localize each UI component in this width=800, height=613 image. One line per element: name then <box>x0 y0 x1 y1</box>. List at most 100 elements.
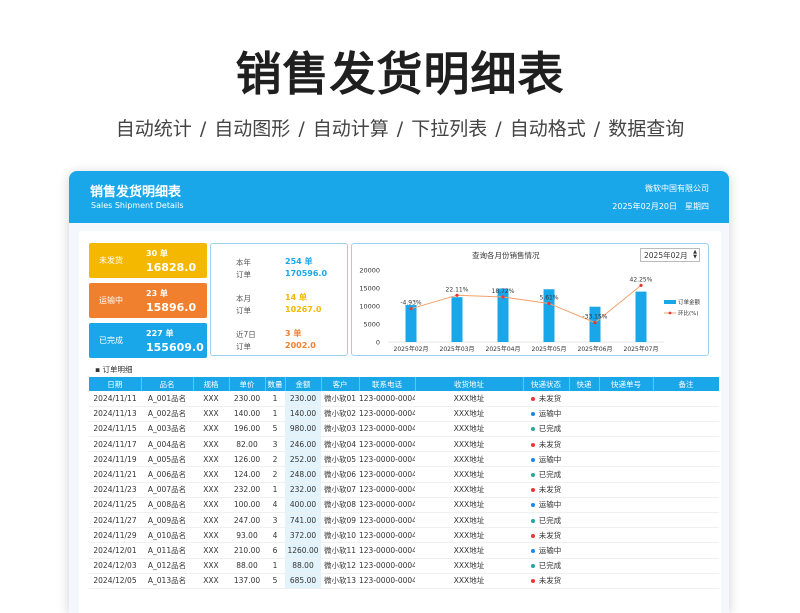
table-row[interactable]: 2024/12/05 A_013品名 XXX 137.00 5 685.00 微小软13 12… <box>89 573 719 589</box>
table-cell[interactable]: 230.00 <box>285 391 321 407</box>
table-cell[interactable]: XXX <box>193 512 229 529</box>
table-cell[interactable]: 2024/11/11 <box>89 391 141 407</box>
table-cell[interactable]: 运输中 <box>523 451 569 468</box>
table-cell[interactable]: 微小软13 <box>321 573 359 589</box>
table-cell[interactable]: 123-0000-0004 <box>359 512 415 529</box>
table-cell[interactable] <box>653 482 719 498</box>
column-header[interactable]: 备注 <box>653 377 720 391</box>
table-cell[interactable]: 1 <box>265 406 285 422</box>
table-row[interactable]: 2024/11/13 A_002品名 XXX 140.00 1 140.00 微小软02 12… <box>89 406 719 422</box>
table-cell[interactable] <box>569 542 599 559</box>
table-cell[interactable]: 123-0000-0004 <box>359 573 415 589</box>
table-cell[interactable]: XXX地址 <box>415 482 523 498</box>
table-cell[interactable]: XXX <box>193 391 229 407</box>
table-cell[interactable]: 123-0000-0004 <box>359 542 415 559</box>
table-cell[interactable] <box>569 421 599 438</box>
table-cell[interactable]: XXX地址 <box>415 558 523 574</box>
table-cell[interactable]: 2024/11/27 <box>89 512 141 529</box>
table-cell[interactable] <box>653 421 719 438</box>
table-cell[interactable] <box>599 466 653 483</box>
table-cell[interactable]: 未发货 <box>523 391 569 407</box>
table-row[interactable]: 2024/11/29 A_010品名 XXX 93.00 4 372.00 微小软10 123… <box>89 527 719 544</box>
table-cell[interactable]: 微小软01 <box>321 391 359 407</box>
table-cell[interactable] <box>653 573 719 589</box>
table-cell[interactable]: 232.00 <box>285 482 321 498</box>
table-cell[interactable]: A_004品名 <box>141 436 193 453</box>
table-cell[interactable]: XXX地址 <box>415 406 523 422</box>
table-cell[interactable]: 1 <box>265 482 285 498</box>
column-header[interactable]: 快递单号 <box>599 377 654 391</box>
table-cell[interactable]: 2024/11/19 <box>89 451 141 468</box>
table-cell[interactable]: 123-0000-0004 <box>359 436 415 453</box>
table-cell[interactable]: 232.00 <box>229 482 265 498</box>
table-cell[interactable]: 372.00 <box>285 527 321 544</box>
table-cell[interactable]: 123-0000-0004 <box>359 497 415 514</box>
table-cell[interactable]: 140.00 <box>229 406 265 422</box>
table-cell[interactable] <box>653 527 719 544</box>
table-cell[interactable]: 2024/12/03 <box>89 558 141 574</box>
table-cell[interactable] <box>569 466 599 483</box>
column-header[interactable]: 单价 <box>229 377 266 391</box>
table-cell[interactable]: A_012品名 <box>141 558 193 574</box>
table-cell[interactable]: XXX <box>193 451 229 468</box>
table-cell[interactable] <box>569 573 599 589</box>
table-cell[interactable]: 1260.00 <box>285 542 321 559</box>
column-header[interactable]: 联系电话 <box>359 377 416 391</box>
table-cell[interactable]: 微小软08 <box>321 497 359 514</box>
table-cell[interactable]: 未发货 <box>523 573 569 589</box>
table-cell[interactable]: A_002品名 <box>141 406 193 422</box>
table-cell[interactable]: A_006品名 <box>141 466 193 483</box>
table-cell[interactable]: 2 <box>265 451 285 468</box>
column-header[interactable]: 规格 <box>193 377 230 391</box>
table-cell[interactable] <box>569 436 599 453</box>
table-cell[interactable]: 2024/11/15 <box>89 421 141 438</box>
table-cell[interactable]: 3 <box>265 436 285 453</box>
table-cell[interactable]: 123-0000-0004 <box>359 482 415 498</box>
table-cell[interactable]: 123-0000-0004 <box>359 451 415 468</box>
table-row[interactable]: 2024/11/23 A_007品名 XXX 232.00 1 232.00 微小软07 12… <box>89 482 719 498</box>
table-cell[interactable]: XXX地址 <box>415 391 523 407</box>
table-cell[interactable]: 已完成 <box>523 466 569 483</box>
table-cell[interactable]: 400.00 <box>285 497 321 514</box>
table-cell[interactable] <box>599 558 653 574</box>
table-row[interactable]: 2024/12/01 A_011品名 XXX 210.00 6 1260.00 微小软11 1… <box>89 542 719 559</box>
table-cell[interactable] <box>599 527 653 544</box>
table-cell[interactable]: 123-0000-0004 <box>359 391 415 407</box>
table-cell[interactable] <box>599 482 653 498</box>
table-cell[interactable]: 微小软10 <box>321 527 359 544</box>
table-cell[interactable]: 247.00 <box>229 512 265 529</box>
table-row[interactable]: 2024/12/03 A_012品名 XXX 88.00 1 88.00 微小软12 123-… <box>89 558 719 574</box>
table-cell[interactable]: XXX <box>193 573 229 589</box>
table-cell[interactable]: 123-0000-0004 <box>359 558 415 574</box>
table-cell[interactable]: 微小软11 <box>321 542 359 559</box>
table-row[interactable]: 2024/11/27 A_009品名 XXX 247.00 3 741.00 微小软09 12… <box>89 512 719 529</box>
table-cell[interactable]: 741.00 <box>285 512 321 529</box>
table-cell[interactable]: 246.00 <box>285 436 321 453</box>
table-cell[interactable]: XXX地址 <box>415 573 523 589</box>
table-cell[interactable]: 3 <box>265 512 285 529</box>
table-cell[interactable] <box>599 391 653 407</box>
table-cell[interactable]: 137.00 <box>229 573 265 589</box>
table-cell[interactable] <box>653 542 719 559</box>
table-cell[interactable]: XXX <box>193 527 229 544</box>
table-cell[interactable] <box>653 497 719 514</box>
table-cell[interactable] <box>599 451 653 468</box>
table-cell[interactable]: A_008品名 <box>141 497 193 514</box>
table-cell[interactable]: XXX <box>193 466 229 483</box>
table-cell[interactable]: A_003品名 <box>141 421 193 438</box>
table-cell[interactable]: 2024/11/13 <box>89 406 141 422</box>
table-cell[interactable]: XXX <box>193 436 229 453</box>
table-cell[interactable]: 微小软04 <box>321 436 359 453</box>
table-cell[interactable] <box>653 391 719 407</box>
table-row[interactable]: 2024/11/21 A_006品名 XXX 124.00 2 248.00 微小软06 12… <box>89 466 719 483</box>
table-cell[interactable]: XXX地址 <box>415 436 523 453</box>
table-cell[interactable]: 210.00 <box>229 542 265 559</box>
table-cell[interactable] <box>599 421 653 438</box>
table-cell[interactable]: XXX <box>193 482 229 498</box>
table-cell[interactable]: 248.00 <box>285 466 321 483</box>
column-header[interactable]: 客户 <box>321 377 360 391</box>
table-cell[interactable] <box>653 451 719 468</box>
table-cell[interactable] <box>599 542 653 559</box>
table-cell[interactable]: 4 <box>265 527 285 544</box>
table-cell[interactable]: 2 <box>265 466 285 483</box>
